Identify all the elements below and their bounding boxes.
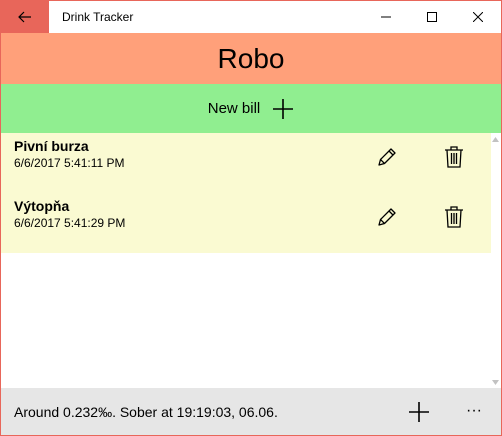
bill-list: Pivní burza 6/6/2017 5:41:11 PM Výtopňa … xyxy=(1,133,501,388)
close-button[interactable] xyxy=(455,1,501,33)
app-window: Drink Tracker Robo New bill Pivní burza … xyxy=(0,0,502,436)
minimize-icon xyxy=(381,16,391,18)
header: Robo xyxy=(1,33,501,84)
bill-date: 6/6/2017 5:41:29 PM xyxy=(14,216,126,230)
add-button[interactable] xyxy=(407,400,431,424)
new-bill-button[interactable]: New bill xyxy=(1,84,501,133)
status-text: Around 0.232‰. Sober at 19:19:03, 06.06. xyxy=(14,404,278,420)
scroll-down-icon xyxy=(491,379,499,385)
delete-button[interactable] xyxy=(443,145,467,171)
back-button[interactable] xyxy=(1,1,49,33)
title-bar: Drink Tracker xyxy=(1,1,501,33)
scrollbar[interactable] xyxy=(491,133,499,388)
app-title: Drink Tracker xyxy=(62,10,134,24)
back-arrow-icon xyxy=(18,11,31,23)
trash-icon xyxy=(445,146,463,168)
bottom-app-bar: Around 0.232‰. Sober at 19:19:03, 06.06.… xyxy=(1,388,501,435)
maximize-button[interactable] xyxy=(409,1,455,33)
plus-icon xyxy=(273,98,294,119)
pencil-icon xyxy=(378,148,396,166)
bill-name: Výtopňa xyxy=(14,198,70,214)
new-bill-label: New bill xyxy=(207,100,261,117)
page-title: Robo xyxy=(217,42,285,74)
bill-item[interactable]: Výtopňa 6/6/2017 5:41:29 PM xyxy=(1,193,491,253)
bill-item[interactable]: Pivní burza 6/6/2017 5:41:11 PM xyxy=(1,133,491,193)
pencil-icon xyxy=(378,208,396,226)
delete-button[interactable] xyxy=(443,205,467,231)
minimize-button[interactable] xyxy=(363,1,409,33)
edit-button[interactable] xyxy=(375,205,401,231)
plus-icon xyxy=(409,402,429,422)
scroll-up-icon xyxy=(491,136,499,142)
bill-name: Pivní burza xyxy=(14,138,89,154)
bill-date: 6/6/2017 5:41:11 PM xyxy=(14,156,125,170)
scroll-down-arrow[interactable] xyxy=(491,378,499,386)
maximize-icon xyxy=(427,12,437,22)
close-icon xyxy=(473,12,483,22)
scroll-up-arrow[interactable] xyxy=(491,135,499,143)
window-controls xyxy=(363,1,501,33)
more-button[interactable]: ··· xyxy=(466,402,490,422)
trash-icon xyxy=(445,206,463,228)
edit-button[interactable] xyxy=(375,145,401,171)
